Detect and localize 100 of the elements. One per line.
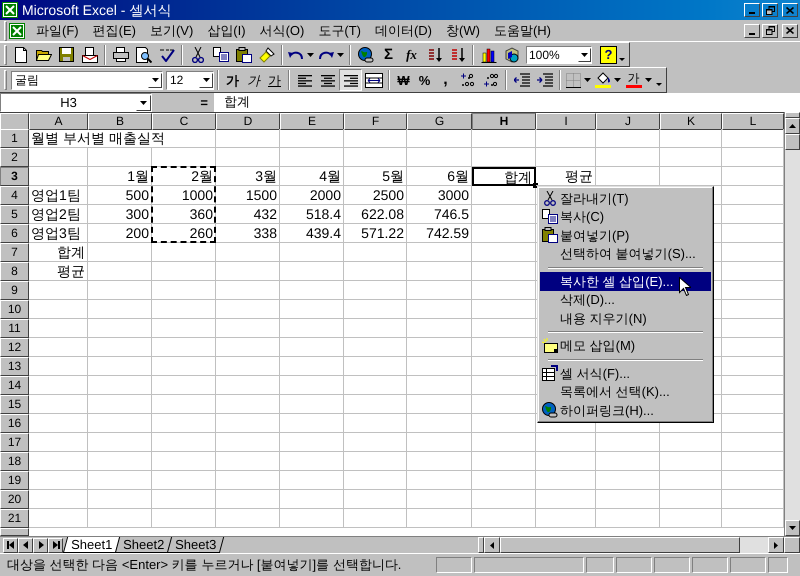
row-header[interactable]: 13 (0, 357, 29, 376)
cut-icon[interactable] (192, 46, 204, 62)
comma-button[interactable]: , (435, 69, 456, 91)
font-dropdown[interactable]: 굴림 (11, 70, 163, 90)
menu-item[interactable]: 복사(C) (540, 208, 711, 226)
menu-item[interactable]: 메모 삽입(M) (540, 336, 711, 355)
align-center-icon[interactable] (320, 72, 336, 88)
decrease-indent-icon[interactable] (514, 73, 530, 87)
font-color-button[interactable]: 가 (625, 70, 642, 90)
toolbar-options-icon[interactable] (656, 83, 662, 86)
split-box[interactable] (785, 112, 800, 118)
scroll-thumb[interactable] (500, 537, 740, 553)
menu-item[interactable]: 내용 지우기(N) (540, 309, 711, 328)
column-header[interactable]: F (344, 113, 407, 130)
menu-item[interactable]: 창(W) (441, 20, 485, 40)
increase-decimal-icon[interactable] (460, 73, 476, 87)
menu-item[interactable]: 목록에서 선택(K)... (540, 382, 711, 401)
restore-button[interactable] (762, 24, 778, 38)
column-header[interactable]: H (472, 113, 536, 130)
column-header[interactable]: E (280, 113, 344, 130)
column-header[interactable]: I (536, 113, 596, 130)
redo-icon[interactable] (318, 48, 334, 60)
split-box[interactable] (784, 537, 800, 553)
menu-item[interactable]: 삭제(D)... (540, 290, 711, 309)
row-header[interactable]: 15 (0, 395, 29, 414)
merge-center-icon[interactable] (364, 72, 382, 88)
sort-ascending-icon[interactable] (426, 46, 442, 62)
sheet-nav-button[interactable] (18, 538, 33, 552)
row-header[interactable]: 21 (0, 509, 29, 528)
open-folder-icon[interactable] (36, 48, 52, 62)
autosum-button[interactable]: Σ (377, 44, 400, 66)
italic-button[interactable]: 가 (243, 69, 264, 91)
dropdown-caret-icon[interactable] (614, 78, 621, 82)
bold-button[interactable]: 가 (222, 69, 243, 91)
menu-item[interactable]: 도구(T) (313, 20, 366, 40)
menu-item[interactable]: 셀 서식(F)... (540, 364, 711, 382)
fill-color-icon[interactable] (595, 72, 611, 88)
menu-item[interactable]: 보기(V) (144, 20, 198, 40)
align-left-icon[interactable] (296, 72, 312, 88)
align-right-icon[interactable] (342, 72, 358, 88)
menu-item[interactable]: 파일(F) (31, 20, 84, 40)
font-size-dropdown[interactable]: 12 (166, 70, 214, 90)
globe-icon[interactable] (358, 46, 374, 62)
menu-item[interactable]: 서식(O) (254, 20, 310, 40)
row-header[interactable]: 10 (0, 300, 29, 319)
minimize-button[interactable] (744, 3, 760, 17)
scroll-down-button[interactable] (785, 520, 800, 536)
formula-field[interactable]: 합계 (214, 93, 800, 112)
restore-button[interactable] (762, 3, 778, 17)
column-header[interactable]: B (88, 113, 152, 130)
row-header[interactable] (0, 528, 29, 536)
column-header[interactable]: J (596, 113, 660, 130)
mail-document-icon[interactable] (82, 46, 98, 62)
print-preview-icon[interactable] (136, 46, 152, 62)
column-header[interactable]: K (660, 113, 722, 130)
column-header[interactable]: A (29, 113, 88, 130)
bar-chart-icon[interactable] (480, 46, 496, 62)
row-header[interactable]: 9 (0, 281, 29, 300)
scroll-left-button[interactable] (484, 537, 500, 553)
row-header[interactable]: 3 (0, 167, 29, 186)
split-box[interactable] (478, 537, 484, 553)
increase-indent-icon[interactable] (536, 73, 552, 87)
currency-button[interactable]: ₩ (393, 69, 414, 91)
sort-descending-icon[interactable] (450, 46, 466, 62)
scroll-right-button[interactable] (768, 537, 784, 553)
new-file-icon[interactable] (14, 46, 28, 62)
dropdown-caret-icon[interactable] (645, 78, 652, 82)
close-button[interactable] (782, 3, 798, 17)
sheet-tab[interactable]: Sheet1 (62, 536, 120, 552)
row-header[interactable]: 2 (0, 148, 29, 167)
row-header[interactable]: 16 (0, 414, 29, 433)
horizontal-scrollbar[interactable] (478, 537, 800, 553)
sheet-nav-button[interactable] (33, 538, 48, 552)
column-header[interactable]: D (216, 113, 280, 130)
scroll-thumb[interactable] (785, 134, 800, 150)
save-icon[interactable] (59, 47, 74, 62)
paintbrush-icon[interactable] (258, 46, 274, 62)
menu-item[interactable]: 도움말(H) (488, 20, 556, 40)
row-header[interactable]: 19 (0, 471, 29, 490)
toolbar-options-icon[interactable] (619, 58, 625, 60)
percent-button[interactable]: % (414, 69, 435, 91)
menu-item[interactable]: 편집(E) (88, 20, 141, 40)
paste-icon[interactable] (236, 46, 252, 62)
row-header[interactable]: 20 (0, 490, 29, 509)
menu-item[interactable]: 하이퍼링크(H)... (540, 401, 711, 420)
copy-icon[interactable] (212, 47, 228, 62)
column-header[interactable]: C (152, 113, 216, 130)
row-header[interactable]: 18 (0, 452, 29, 471)
close-button[interactable] (782, 24, 798, 38)
name-box[interactable]: H3 (0, 93, 152, 112)
row-header[interactable]: 1 (0, 129, 29, 148)
menu-item[interactable]: 잘라내기(T) (540, 189, 711, 208)
vertical-scrollbar[interactable] (784, 112, 800, 536)
underline-button[interactable]: 가 (264, 69, 285, 91)
menu-item[interactable]: 선택하여 붙여넣기(S)... (540, 244, 711, 263)
zoom-dropdown[interactable]: 100% (526, 46, 592, 64)
menu-item[interactable]: 복사한 셀 삽입(E)... (540, 272, 711, 290)
row-header[interactable]: 5 (0, 205, 29, 224)
row-header[interactable]: 14 (0, 376, 29, 395)
row-header[interactable]: 12 (0, 338, 29, 357)
